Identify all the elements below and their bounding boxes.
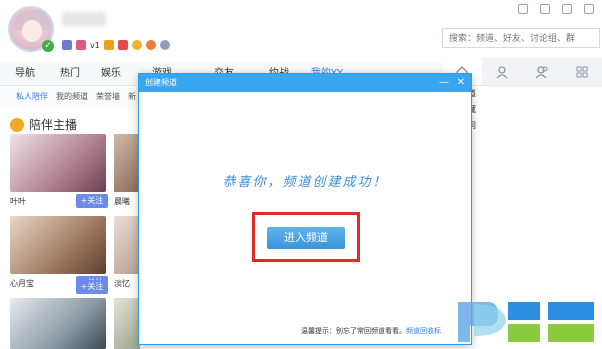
search-input[interactable] [442,28,600,48]
group-icon [535,65,548,78]
anchor-card[interactable]: 叶叶 +关注 [10,134,108,208]
dialog-title-bar: 创建频道 — ✕ [139,74,471,92]
apps-grid-icon [576,66,588,77]
anchor-card[interactable] [114,298,140,349]
tab-groups[interactable] [522,58,562,85]
tab-apps[interactable] [562,58,602,85]
avatar-face [22,20,42,42]
nav-item-hot[interactable]: 热门 [50,62,90,85]
verified-check-icon: ✓ [42,40,54,52]
anchor-thumbnail[interactable] [114,134,140,192]
nickname-blurred [62,12,106,26]
section-heading: 陪伴主播 [10,116,77,133]
person-icon [496,65,508,78]
anchor-thumbnail[interactable] [10,298,106,349]
anchor-card[interactable]: 晨曦 [114,134,140,206]
create-channel-dialog: 创建频道 — ✕ 恭喜你，频道创建成功！ 进入频道 温馨提示：别忘了常回频道看看… [138,73,472,345]
anchor-thumbnail[interactable] [10,216,106,274]
minimize-icon[interactable] [562,4,572,14]
anchor-name: 晨曦 [114,197,130,206]
close-window-icon[interactable] [584,4,594,14]
watermark-logo [458,302,594,342]
nav-item-guide[interactable]: 导航 [0,62,50,85]
subnav-item-honor[interactable]: 荣誉墙 [96,87,120,107]
target-badge-icon[interactable] [159,40,170,50]
success-message: 恭喜你，频道创建成功！ [222,175,388,190]
game-badge-icon[interactable] [62,40,72,50]
anchor-name: 淡忆 [114,279,130,288]
microphone-icon [10,117,24,132]
top-header: ✓ v1 [0,0,602,60]
subnav-item-new[interactable]: 新 [128,87,136,107]
subnav-item-companion[interactable]: 私人陪伴 [16,87,48,107]
red-badge-icon[interactable] [117,40,128,50]
anchor-thumbnail[interactable] [10,134,106,192]
nav-item-entertainment[interactable]: 娱乐 [90,62,132,85]
smile-badge-icon[interactable] [131,40,142,50]
dialog-title: 创建频道 [145,78,177,87]
message-icon[interactable] [540,4,550,14]
anchor-name: 叶叶 [10,197,26,206]
window-controls [518,4,594,14]
tip-text: 温馨提示：别忘了常回频道看看。 [301,327,406,335]
level-text: v1 [90,40,100,50]
tip-link[interactable]: 频道回收标 [406,327,441,335]
minimize-icon[interactable]: — [439,74,449,92]
heart-badge-icon[interactable] [76,40,86,50]
close-icon[interactable]: ✕ [457,74,465,92]
anchor-name: 心月宝 [10,279,34,288]
highlight-box: 进入频道 [252,212,360,262]
tab-friends[interactable] [482,58,522,85]
follow-button[interactable]: +关注 [76,194,108,208]
orange-badge-icon[interactable] [145,40,156,50]
badge-row: v1 [62,40,170,50]
anchor-card[interactable]: 心月宝 +关注 [10,216,108,290]
skin-icon[interactable] [518,4,528,14]
dialog-tip: 温馨提示：别忘了常回频道看看。频道回收标 [301,326,441,336]
anchor-card[interactable]: +关注 [10,280,108,349]
anchor-card[interactable]: 淡忆 [114,216,140,288]
enter-channel-button[interactable]: 进入频道 [267,227,345,249]
subnav-item-my-channel[interactable]: 我的频道 [56,87,88,107]
vip-badge-icon[interactable] [103,40,114,50]
anchor-thumbnail[interactable] [114,298,140,349]
follow-button[interactable]: +关注 [76,280,108,294]
anchor-thumbnail[interactable] [114,216,140,274]
section-title: 陪伴主播 [29,118,78,132]
